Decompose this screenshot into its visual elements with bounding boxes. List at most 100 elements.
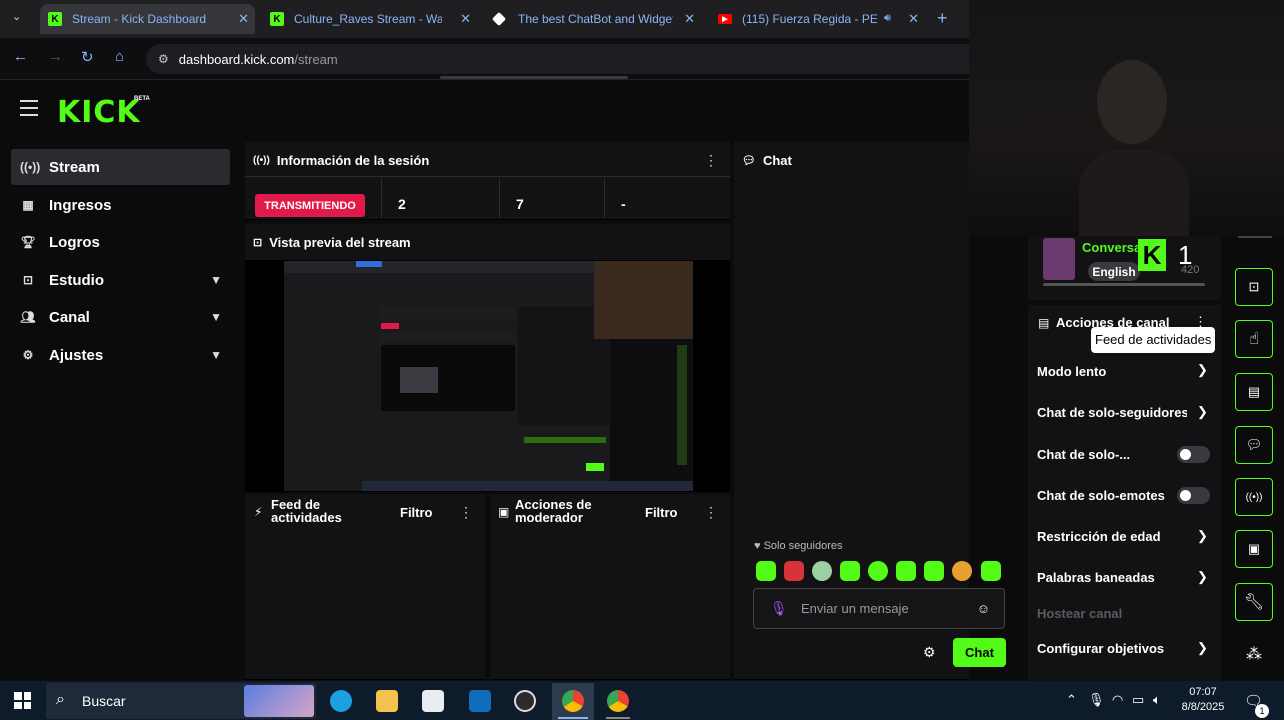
action-emotes-only[interactable]: Chat de solo-emotes [1037,488,1165,503]
chat-mode-text: Solo seguidores [763,540,843,552]
emote-icon[interactable] [924,561,944,581]
tab-youtube[interactable]: ▶ (115) Fuerza Regida - PERO 🔊︎ ✕ [710,4,925,34]
volume-icon[interactable]: 🔈︎ [1153,692,1161,708]
emote-icon[interactable] [868,561,888,581]
chat-bubble-icon: 💬︎ [742,155,756,167]
forward-arrow-icon[interactable]: → [48,48,63,65]
sidebar-item-stream[interactable]: ((•)) Stream [11,149,230,185]
battery-icon[interactable]: ▭ [1132,692,1144,708]
feed-filter-button[interactable]: Filtro [400,505,433,520]
rail-mod-actions-button[interactable]: ▣ [1235,530,1273,568]
reload-icon[interactable]: ↻ [81,48,94,66]
site-info-icon[interactable]: ⚙ [158,52,169,66]
chevron-right-icon[interactable]: ❯ [1197,569,1208,585]
tray-overflow-chevron-icon[interactable]: ⌃ [1066,692,1077,708]
microphone-icon[interactable]: 🎙︎ [770,600,788,617]
clock-time: 07:07 [1189,686,1217,698]
chart-icon: ▦ [22,198,34,212]
action-age-restriction[interactable]: Restricción de edad [1037,529,1161,544]
subscribers-only-toggle[interactable] [1177,446,1210,463]
add-widget-icon[interactable]: ⁂ [1246,644,1262,664]
new-tab-plus-icon[interactable]: + [937,8,948,29]
action-subscribers-only[interactable]: Chat de solo-... [1037,447,1130,462]
sidebar-item-canal[interactable]: 👥︎ Canal ▼ [11,299,230,335]
emote-icon[interactable] [840,561,860,581]
emote-icon[interactable] [784,561,804,581]
sidebar-item-ingresos[interactable]: ▦ Ingresos [11,187,230,223]
back-arrow-icon[interactable]: ← [13,48,28,65]
chevron-right-icon[interactable]: ❯ [1197,528,1208,544]
chrome-icon[interactable] [607,690,629,712]
action-followers-only[interactable]: Chat de solo-seguidores [1037,405,1187,420]
close-tab-icon[interactable]: ✕ [908,11,919,27]
chrome-icon[interactable] [562,690,584,712]
emoji-picker-icon[interactable]: ☺ [977,601,990,616]
chatbot-favicon-icon [491,11,507,27]
chevron-right-icon[interactable]: ❯ [1197,404,1208,420]
rail-broadcast-button[interactable]: ((•)) [1235,478,1273,516]
close-tab-icon[interactable]: ✕ [460,11,471,27]
feed-menu-kebab-icon[interactable]: ⋮ [459,504,473,521]
home-icon[interactable]: ⌂ [115,48,124,65]
broadcast-icon: ((•)) [20,160,41,174]
chat-settings-gear-icon[interactable]: ⚙ [923,644,936,661]
emote-icon[interactable] [812,561,832,581]
sidebar-item-label: Canal [49,308,90,326]
session-stat-1: 2 [381,178,499,218]
close-tab-icon[interactable]: ✕ [684,11,695,27]
microsoft-store-icon[interactable] [422,690,444,712]
kick-favicon-icon: K [48,12,62,26]
mod-menu-kebab-icon[interactable]: ⋮ [704,504,718,521]
tab-chatbot[interactable]: The best ChatBot and Widgets ✕ [486,4,701,34]
stream-preview-video[interactable] [284,261,693,491]
rail-preview-button[interactable]: ⊡ [1235,268,1273,306]
rail-notes-button[interactable]: ▤ [1235,373,1273,411]
tab-label: The best ChatBot and Widgets [518,12,673,26]
emote-icon[interactable] [756,561,776,581]
emote-icon[interactable] [896,561,916,581]
session-menu-kebab-icon[interactable]: ⋮ [704,152,718,169]
menu-hamburger-icon[interactable] [20,100,38,116]
emote-icon[interactable] [952,561,972,581]
emote-icon[interactable] [981,561,1001,581]
sidebar-item-estudio[interactable]: ⊡ Estudio ▼ [11,262,230,298]
obs-studio-icon[interactable] [514,690,536,712]
tab-kick-dashboard[interactable]: K Stream - Kick Dashboard ✕ [40,4,255,34]
file-explorer-icon[interactable] [376,690,398,712]
sidebar-item-ajustes[interactable]: ⚙ Ajustes ▼ [11,337,230,373]
action-host-channel[interactable]: Hostear canal [1037,606,1122,621]
channel-actions-icon: ▣ [1247,541,1261,556]
microphone-tray-icon[interactable]: 🎙︎ [1088,692,1105,708]
hand-pointer-icon: ☝︎ [1248,329,1260,348]
action-configure-goals[interactable]: Configurar objetivos [1037,641,1164,656]
mod-filter-button[interactable]: Filtro [645,505,678,520]
send-chat-button[interactable]: Chat [953,638,1006,667]
edge-browser-icon[interactable] [330,690,352,712]
clock[interactable]: 07:07 8/8/2025 [1180,686,1226,713]
wifi-icon[interactable]: ◠ [1112,692,1123,708]
tab-search-chevron-icon[interactable]: ⌄ [12,10,21,23]
chat-mode-label: ♥ Solo seguidores [754,540,842,552]
audio-playing-icon[interactable]: 🔊︎ [884,12,891,25]
sidebar-item-logros[interactable]: 🏆︎ Logros [11,224,230,260]
card-scrollbar[interactable] [1043,283,1205,286]
close-tab-icon[interactable]: ✕ [238,11,249,27]
webcam-body [1079,150,1189,236]
taskbar-search-box[interactable]: ⌕ Buscar [46,683,316,719]
outlook-icon[interactable] [469,690,491,712]
rail-activity-feed-button[interactable]: ☝︎ [1235,320,1273,358]
kick-logo[interactable]: KICK [57,95,141,130]
action-slow-mode[interactable]: Modo lento [1037,364,1106,379]
chat-message-input[interactable]: 🎙︎ Enviar un mensaje ☺ [753,588,1005,629]
rail-chat-button[interactable]: 💬︎ [1235,426,1273,464]
sidebar-item-label: Stream [49,158,100,176]
url-field[interactable]: ⚙ dashboard.kick.com/stream [146,44,969,74]
action-banned-words[interactable]: Palabras baneadas [1037,570,1155,585]
chevron-right-icon[interactable]: ❯ [1197,640,1208,656]
windows-start-icon[interactable] [14,692,31,709]
emotes-only-toggle[interactable] [1177,487,1210,504]
tab-label: Stream - Kick Dashboard [72,12,207,26]
rail-tools-button[interactable]: 🔧︎ [1235,583,1273,621]
chevron-right-icon[interactable]: ❯ [1197,362,1208,378]
tab-culture-raves[interactable]: K Culture_Raves Stream - Watch Live ✕ [262,4,477,34]
